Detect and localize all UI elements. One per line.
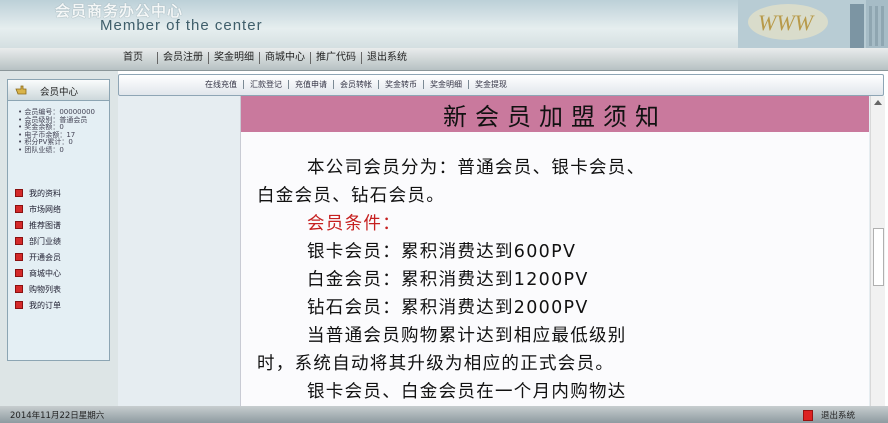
- notice-title: 新会员加盟须知: [443, 102, 667, 131]
- sidebar-item-label: 购物列表: [29, 284, 61, 294]
- logout-icon: [803, 409, 813, 421]
- header-banner: 会员商务办公中心 Member of the center WWW: [0, 0, 888, 48]
- sidebar-item-shopping-list[interactable]: 购物列表: [8, 281, 109, 297]
- nav-promo-code[interactable]: 推广代码: [311, 52, 362, 64]
- nav-mall-center[interactable]: 商城中心: [260, 52, 311, 64]
- notice-line: 银卡会员、白金会员在一个月内购物达: [307, 382, 627, 402]
- subnav-remittance-register[interactable]: 汇款登记: [244, 80, 289, 89]
- bullet-icon: [15, 205, 23, 213]
- hand-pointer-icon: [15, 85, 27, 95]
- footer-logout-label: 退出系统: [821, 411, 856, 421]
- notice-document: 新会员加盟须知 本公司会员分为：普通会员、银卡会员、 白金会员、钻石会员。 会员…: [240, 96, 869, 406]
- bullet-icon: [15, 237, 23, 245]
- notice-line: 时，系统自动将其升级为相应的正式会员。: [257, 354, 615, 374]
- top-nav-bar: 首页 会员注册 奖金明细 商城中心 推广代码 退出系统: [0, 48, 888, 71]
- notice-body: 本公司会员分为：普通会员、银卡会员、 白金会员、钻石会员。 会员条件： 银卡会员…: [257, 154, 645, 406]
- brand-title-en: Member of the center: [100, 17, 263, 34]
- subnav-bonus-withdraw[interactable]: 奖金提现: [469, 80, 513, 89]
- panel-header: 会员中心: [8, 80, 109, 101]
- sidebar-item-my-profile[interactable]: 我的资料: [8, 185, 109, 201]
- notice-line: 白金会员、钻石会员。: [257, 186, 445, 206]
- panel-title: 会员中心: [40, 87, 79, 98]
- sidebar-item-open-member[interactable]: 开通会员: [8, 249, 109, 265]
- banner-decoration-icon: WWW: [738, 0, 888, 48]
- subnav-bonus-to-coin[interactable]: 奖金转币: [379, 80, 424, 89]
- sidebar-menu: 我的资料 市场网络 推荐图谱 部门业绩 开通会员 商城中心 购物列表 我的订单: [8, 185, 109, 313]
- notice-line-conditions: 会员条件：: [307, 214, 401, 234]
- bullet-icon: [15, 253, 23, 261]
- sidebar-item-market-network[interactable]: 市场网络: [8, 201, 109, 217]
- sidebar-item-label: 部门业绩: [29, 236, 61, 246]
- sidebar-item-label: 我的资料: [29, 188, 61, 198]
- notice-line: 当普通会员购物累计达到相应最低级别: [307, 326, 627, 346]
- footer-logout-button[interactable]: 退出系统: [803, 409, 855, 421]
- notice-line: 银卡会员：累积消费达到600PV: [307, 242, 577, 262]
- bullet-icon: [15, 221, 23, 229]
- member-info: • 会员编号：00000000 • 会员级别：普通会员 • 奖金余额：0 • 电…: [8, 101, 109, 154]
- bullet-icon: [15, 269, 23, 277]
- subnav-recharge-request[interactable]: 充值申请: [289, 80, 334, 89]
- sidebar-item-referral-chart[interactable]: 推荐图谱: [8, 217, 109, 233]
- sub-nav-wrapper: 在线充值 汇款登记 充值申请 会员转帐 奖金转币 奖金明细 奖金提现: [118, 74, 884, 96]
- scroll-thumb[interactable]: [873, 228, 884, 286]
- sidebar-item-mall-center[interactable]: 商城中心: [8, 265, 109, 281]
- svg-text:WWW: WWW: [758, 10, 815, 35]
- subnav-bonus-detail[interactable]: 奖金明细: [424, 80, 469, 89]
- bullet-icon: [15, 301, 23, 309]
- sub-nav-bar: 在线充值 汇款登记 充值申请 会员转帐 奖金转币 奖金明细 奖金提现: [118, 74, 884, 96]
- sidebar-item-my-orders[interactable]: 我的订单: [8, 297, 109, 313]
- member-center-panel: 会员中心 • 会员编号：00000000 • 会员级别：普通会员 • 奖金余额：…: [7, 79, 110, 361]
- nav-bonus-detail[interactable]: 奖金明细: [209, 52, 260, 64]
- sidebar-item-label: 开通会员: [29, 252, 61, 262]
- current-date: 2014年11月22日星期六: [10, 411, 105, 421]
- notice-title-band: 新会员加盟须知: [241, 96, 869, 132]
- info-team-performance: • 团队业绩：0: [18, 145, 64, 154]
- sidebar-item-dept-performance[interactable]: 部门业绩: [8, 233, 109, 249]
- sidebar-item-label: 商城中心: [29, 268, 61, 278]
- notice-line: 本公司会员分为：普通会员、银卡会员、: [307, 158, 646, 178]
- nav-home[interactable]: 首页: [118, 52, 158, 64]
- nav-logout[interactable]: 退出系统: [362, 52, 412, 64]
- vertical-scrollbar[interactable]: [870, 96, 885, 406]
- bullet-icon: [15, 285, 23, 293]
- subnav-online-recharge[interactable]: 在线充值: [199, 80, 244, 89]
- notice-line: 钻石会员：累积消费达到2000PV: [307, 298, 589, 318]
- sidebar-item-label: 市场网络: [29, 204, 61, 214]
- content-area: 新会员加盟须知 本公司会员分为：普通会员、银卡会员、 白金会员、钻石会员。 会员…: [118, 96, 870, 406]
- status-bar: 2014年11月22日星期六 退出系统: [0, 406, 888, 423]
- scroll-up-arrow-icon[interactable]: [874, 100, 882, 105]
- bullet-icon: [15, 189, 23, 197]
- notice-line: 白金会员：累积消费达到1200PV: [307, 270, 589, 290]
- sidebar-item-label: 我的订单: [29, 300, 61, 310]
- nav-member-register[interactable]: 会员注册: [158, 52, 209, 64]
- sidebar-item-label: 推荐图谱: [29, 220, 61, 230]
- subnav-member-transfer[interactable]: 会员转帐: [334, 80, 379, 89]
